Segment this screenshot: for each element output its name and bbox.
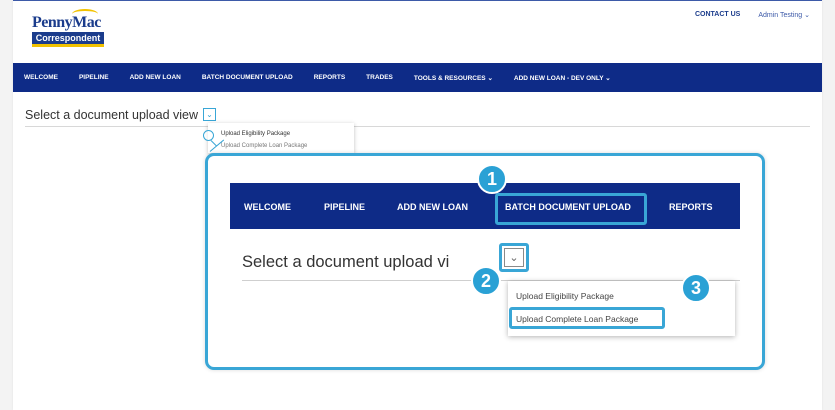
zoom-nav-pipeline: PIPELINE [324, 202, 366, 212]
logo-subtitle: Correspondent [32, 32, 104, 47]
nav-welcome[interactable]: WELCOME [24, 74, 58, 81]
divider [25, 126, 810, 127]
menu-item-upload-complete-loan[interactable]: Upload Complete Loan Package [208, 137, 354, 149]
nav-batch-document-upload[interactable]: BATCH DOCUMENT UPLOAD [202, 74, 293, 81]
user-menu[interactable]: Admin Testing ⌄ [758, 11, 810, 19]
pennymac-logo[interactable]: PennyMac Correspondent [32, 9, 104, 47]
zoom-page-title: Select a document upload vi [242, 253, 450, 271]
contact-us-link[interactable]: CONTACT US [695, 11, 740, 19]
zoom-chevron-down-icon: ⌄ [509, 252, 519, 264]
step-badge-3: 3 [681, 273, 711, 303]
zoom-nav-add-new-loan: ADD NEW LOAN [397, 202, 468, 212]
zoom-content: WELCOME PIPELINE ADD NEW LOAN BATCH DOCU… [230, 164, 740, 348]
nav-tools-resources[interactable]: TOOLS & RESOURCES ⌄ [414, 74, 493, 82]
zoom-nav-welcome: WELCOME [244, 202, 291, 212]
magnifier-icon [203, 130, 214, 141]
zoom-dropdown-button: ⌄ [504, 248, 524, 267]
upload-view-menu: Upload Eligibility Package Upload Comple… [208, 123, 354, 153]
highlight-box-batch-upload [495, 193, 647, 225]
step-badge-2: 2 [471, 266, 501, 296]
main-navbar: WELCOME PIPELINE ADD NEW LOAN BATCH DOCU… [13, 63, 822, 92]
page: PennyMac Correspondent CONTACT US Admin … [13, 0, 822, 410]
nav-pipeline[interactable]: PIPELINE [79, 74, 109, 81]
logo-swoosh [72, 9, 98, 19]
page-title: Select a document upload view [25, 108, 199, 122]
nav-trades[interactable]: TRADES [366, 74, 393, 81]
upload-view-dropdown-button[interactable]: ⌄ [203, 108, 216, 121]
nav-add-new-loan[interactable]: ADD NEW LOAN [130, 74, 181, 81]
chevron-down-icon: ⌄ [206, 109, 213, 119]
top-links: CONTACT US Admin Testing ⌄ [695, 11, 810, 19]
nav-add-new-loan-dev[interactable]: ADD NEW LOAN - DEV ONLY ⌄ [514, 74, 611, 82]
nav-reports[interactable]: REPORTS [314, 74, 345, 81]
zoom-callout: WELCOME PIPELINE ADD NEW LOAN BATCH DOCU… [205, 153, 765, 370]
highlight-box-complete-loan [509, 307, 665, 329]
zoom-nav-reports: REPORTS [669, 202, 713, 212]
menu-item-upload-eligibility[interactable]: Upload Eligibility Package [208, 123, 354, 137]
step-badge-1: 1 [477, 164, 507, 194]
zoom-menu-item-eligibility: Upload Eligibility Package [516, 291, 614, 301]
